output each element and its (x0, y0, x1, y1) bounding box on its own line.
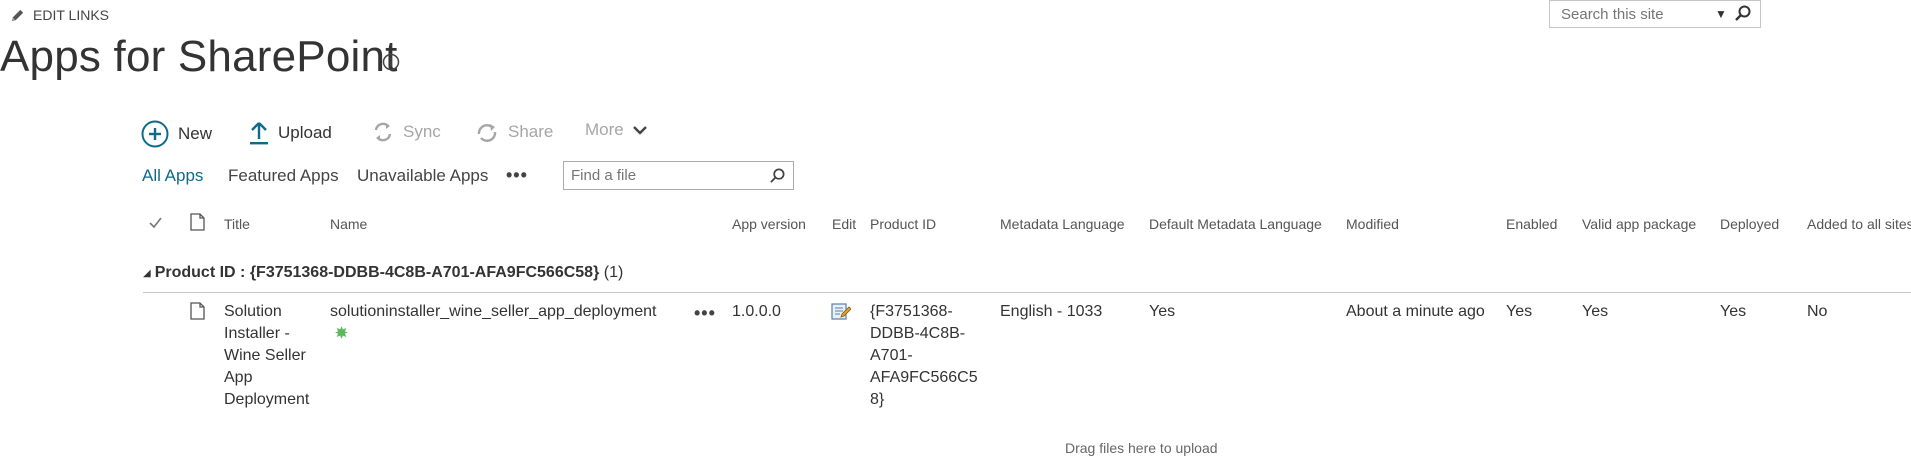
site-search-input[interactable] (1550, 4, 1713, 24)
upload-icon (250, 122, 268, 145)
views-more-button[interactable]: ••• (506, 165, 528, 186)
find-file-box[interactable] (563, 161, 794, 190)
group-count: (1) (599, 264, 624, 281)
row-title: Solution Installer - Wine Seller App Dep… (224, 303, 310, 408)
upload-button[interactable]: Upload (249, 120, 332, 146)
group-divider (143, 292, 1911, 293)
view-featured-apps[interactable]: Featured Apps (228, 166, 339, 186)
group-header[interactable]: ◢ Product ID : {F3751368-DDBB-4C8B-A701-A… (143, 264, 623, 282)
column-header-edit[interactable]: Edit (832, 216, 856, 232)
column-header-modified[interactable]: Modified (1346, 216, 1399, 232)
find-file-input[interactable] (564, 166, 763, 185)
group-label: Product ID : (154, 264, 250, 281)
sync-button[interactable]: Sync (372, 120, 441, 144)
group-value: {F3751368-DDBB-4C8B-A701-AFA9FC566C58} (249, 264, 600, 281)
row-valid-app-package: Yes (1582, 303, 1609, 320)
row-added-to-all-sites: No (1807, 303, 1828, 320)
column-header-title[interactable]: Title (224, 216, 250, 232)
row-product-id: {F3751368-DDBB-4C8B-A701-AFA9FC566C58} (870, 303, 978, 408)
file-type-header-icon (190, 213, 205, 231)
row-more-button[interactable]: ••• (694, 303, 716, 324)
row-default-metadata-language: Yes (1149, 303, 1176, 320)
search-scope-dropdown-icon[interactable]: ▼ (1715, 7, 1727, 21)
edit-item-icon[interactable] (831, 302, 851, 322)
row-deployed: Yes (1720, 303, 1747, 320)
collapse-triangle-icon[interactable]: ◢ (143, 268, 151, 279)
plus-circle-icon (141, 120, 169, 148)
edit-links-label: EDIT LINKS (33, 7, 109, 23)
row-metadata-language: English - 1033 (1000, 303, 1103, 320)
select-all-checkmark-icon[interactable] (149, 217, 162, 229)
share-icon (477, 124, 497, 142)
column-header-valid-app-package[interactable]: Valid app package (1582, 216, 1696, 232)
sync-label: Sync (403, 122, 441, 141)
column-header-enabled[interactable]: Enabled (1506, 216, 1557, 232)
site-search-box[interactable]: ▼ (1549, 0, 1761, 28)
info-icon[interactable] (382, 53, 400, 71)
view-unavailable-apps[interactable]: Unavailable Apps (357, 166, 488, 186)
drag-drop-hint: Drag files here to upload (1065, 440, 1218, 456)
row-enabled: Yes (1506, 303, 1533, 320)
edit-links-button[interactable]: EDIT LINKS (10, 7, 109, 23)
chevron-down-icon (632, 126, 647, 135)
column-header-default-metadata-language[interactable]: Default Metadata Language (1149, 216, 1322, 232)
column-header-metadata-language[interactable]: Metadata Language (1000, 216, 1125, 232)
share-button[interactable]: Share (475, 120, 553, 144)
more-label: More (585, 120, 624, 139)
new-button[interactable]: New (141, 120, 212, 148)
row-app-version: 1.0.0.0 (732, 303, 781, 320)
column-header-product-id[interactable]: Product ID (870, 216, 936, 232)
share-label: Share (508, 122, 554, 141)
more-button[interactable]: More (585, 120, 647, 140)
new-item-icon (335, 326, 348, 339)
upload-label: Upload (278, 123, 332, 142)
view-all-apps[interactable]: All Apps (142, 166, 203, 186)
pencil-icon (11, 9, 24, 21)
page-title: Apps for SharePoint (0, 32, 398, 81)
column-header-added-to-all-sites[interactable]: Added to all sites (1807, 216, 1911, 232)
document-icon (190, 302, 205, 320)
new-label: New (178, 124, 213, 143)
column-header-name[interactable]: Name (330, 216, 367, 232)
search-icon[interactable] (769, 167, 786, 184)
row-modified: About a minute ago (1346, 303, 1485, 320)
search-icon[interactable] (1734, 4, 1752, 22)
column-header-app-version[interactable]: App version (732, 216, 806, 232)
sync-icon (374, 122, 392, 142)
row-name-link[interactable]: solutioninstaller_wine_seller_app_deploy… (330, 301, 656, 323)
column-header-deployed[interactable]: Deployed (1720, 216, 1779, 232)
